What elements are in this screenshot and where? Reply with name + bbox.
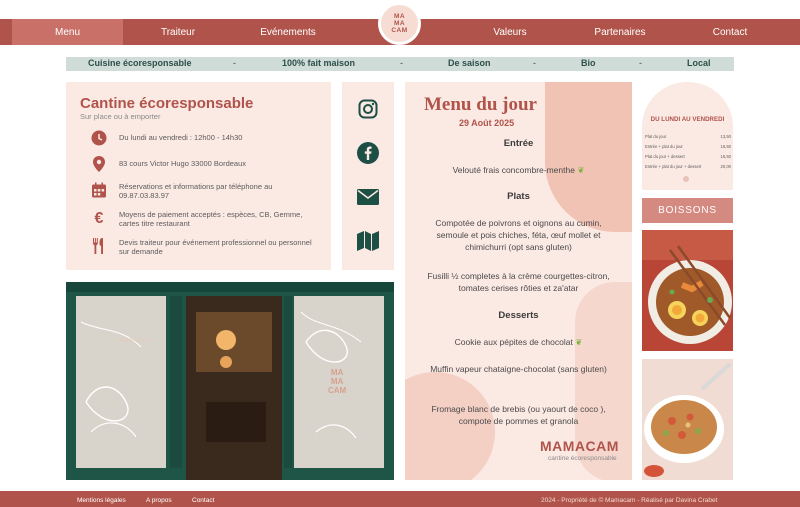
menu-item-dessert-3: Fromage blanc de brebis (ou yaourt de co…: [431, 404, 606, 426]
cutlery-icon: [90, 238, 108, 254]
info-reservation-text: Réservations et informations par télépho…: [119, 182, 273, 200]
decorative-blob: [545, 82, 632, 232]
salad-bowl-photo: [642, 359, 733, 480]
window-brand: MA MA CAM: [328, 368, 346, 395]
facebook-icon[interactable]: [356, 141, 380, 165]
price-value: 20,00: [720, 164, 731, 169]
info-row-catering: Devis traiteur pour événement profession…: [90, 238, 320, 256]
tag-de-saison: De saison: [448, 58, 491, 68]
info-catering-text: Devis traiteur pour événement profession…: [119, 238, 312, 256]
menu-date: 29 Août 2025: [459, 118, 515, 128]
info-row-reservation: Réservations et informations par télépho…: [90, 182, 320, 200]
window-brand-line-3: CAM: [328, 386, 347, 395]
carousel-dot[interactable]: [683, 176, 689, 182]
menu-item-plat-1: Compotée de poivrons et oignons au cumin…: [435, 218, 602, 252]
values-tag-bar: Cuisine écoresponsable - 100% fait maiso…: [66, 57, 734, 71]
menu-title: Menu du jour: [424, 94, 537, 115]
location-pin-icon: [90, 156, 108, 172]
tag-fait-maison: 100% fait maison: [282, 58, 356, 68]
menu-item-entree: Velouté frais concombre-menthe ❦: [405, 164, 632, 176]
storefront-sign: FORMULES: [116, 338, 152, 344]
nav-menu[interactable]: Menu: [12, 19, 123, 45]
window-brand-line-1: MA: [330, 368, 344, 377]
nav-traiteur[interactable]: Traiteur: [128, 19, 228, 45]
window-brand-line-2: MA: [330, 377, 344, 386]
menu-section-desserts: Desserts: [498, 310, 539, 321]
map-icon[interactable]: [356, 229, 380, 253]
price-card-title: DU LUNDI AU VENDREDI: [650, 116, 725, 123]
footer-copyright: 2024 - Propriété de © Mamacam - Réalisé …: [541, 497, 718, 504]
footer-link-contact[interactable]: Contact: [192, 497, 214, 504]
clock-icon: [90, 130, 108, 146]
tag-bio: Bio: [581, 58, 596, 68]
menu-section-entree: Entrée: [503, 138, 534, 149]
footer: Mentions légales A propos Contact 2024 -…: [0, 491, 800, 507]
menu-brand: MAMACAM: [540, 438, 619, 454]
price-row: Entrée + plat du jour + dessert 20,00: [645, 164, 731, 169]
vegan-leaf-icon: ❦: [575, 337, 583, 347]
social-links-panel: [342, 82, 394, 270]
nav-evenements[interactable]: Evénements: [238, 19, 338, 45]
info-payment-text: Moyens de paiement acceptés : espèces, C…: [119, 210, 303, 228]
menu-item-dessert-2: Muffin vapeur chataigne-chocolat (sans g…: [430, 364, 607, 374]
info-row-hours: Du lundi au vendredi : 12h00 - 14h30: [90, 130, 320, 146]
tag-local: Local: [687, 58, 711, 68]
menu-item-dessert-1: Cookie aux pépites de chocolat ❦: [405, 336, 632, 348]
tag-separator: -: [400, 58, 403, 68]
price-row: Plat du jour + dessert 16,50: [645, 154, 731, 159]
price-value: 16,50: [720, 154, 731, 159]
calendar-icon: [90, 182, 108, 198]
price-label: Plat du jour + dessert: [645, 154, 685, 159]
footer-link-mentions[interactable]: Mentions légales: [77, 497, 126, 504]
tag-separator: -: [533, 58, 536, 68]
info-hours-text: Du lundi au vendredi : 12h00 - 14h30: [119, 133, 243, 142]
footer-link-a-propos[interactable]: A propos: [146, 497, 172, 504]
price-label: Entrée + plat du jour: [645, 144, 683, 149]
menu-item-dessert-1-text: Cookie aux pépites de chocolat: [454, 337, 573, 347]
info-row-address: 83 cours Victor Hugo 33000 Bordeaux: [90, 156, 320, 172]
logo-line-3: CAM: [391, 27, 408, 34]
instagram-icon[interactable]: [356, 97, 380, 121]
info-subtitle: Sur place ou à emporter: [80, 112, 161, 121]
tag-ecoresponsable: Cuisine écoresponsable: [88, 58, 192, 68]
tag-separator: -: [233, 58, 236, 68]
menu-section-plats: Plats: [507, 191, 530, 202]
menu-item-entree-text: Velouté frais concombre-menthe: [452, 165, 575, 175]
price-label: Plat du jour: [645, 134, 667, 139]
logo-line-2: MA: [393, 20, 406, 27]
vegan-leaf-icon: ❦: [577, 165, 585, 175]
price-value: 16,50: [720, 144, 731, 149]
site-logo[interactable]: MA MA CAM: [378, 2, 421, 45]
euro-icon: €: [94, 209, 104, 227]
menu-item-plat-2: Fusilli ½ completes à la crème courgette…: [427, 271, 610, 293]
tag-separator: -: [639, 58, 642, 68]
price-row: Entrée + plat du jour 16,50: [645, 144, 731, 149]
price-row: Plat du jour 13,50: [645, 134, 731, 139]
nav-valeurs[interactable]: Valeurs: [460, 19, 560, 45]
price-value: 13,50: [720, 134, 731, 139]
logo-line-1: MA: [393, 13, 406, 20]
boissons-button[interactable]: BOISSONS: [642, 198, 733, 223]
email-icon[interactable]: [356, 185, 380, 209]
storefront-photo: FORMULES MA MA CAM: [66, 282, 394, 480]
info-row-payment: € Moyens de paiement acceptés : espèces,…: [90, 210, 320, 228]
ramen-photo: [642, 230, 733, 351]
nav-partenaires[interactable]: Partenaires: [570, 19, 670, 45]
nav-contact[interactable]: Contact: [680, 19, 780, 45]
menu-brand-subtitle: cantine écoresponsable: [548, 455, 617, 462]
price-label: Entrée + plat du jour + dessert: [645, 164, 702, 169]
info-address-text: 83 cours Victor Hugo 33000 Bordeaux: [119, 159, 247, 168]
info-title: Cantine écoresponsable: [80, 95, 254, 112]
